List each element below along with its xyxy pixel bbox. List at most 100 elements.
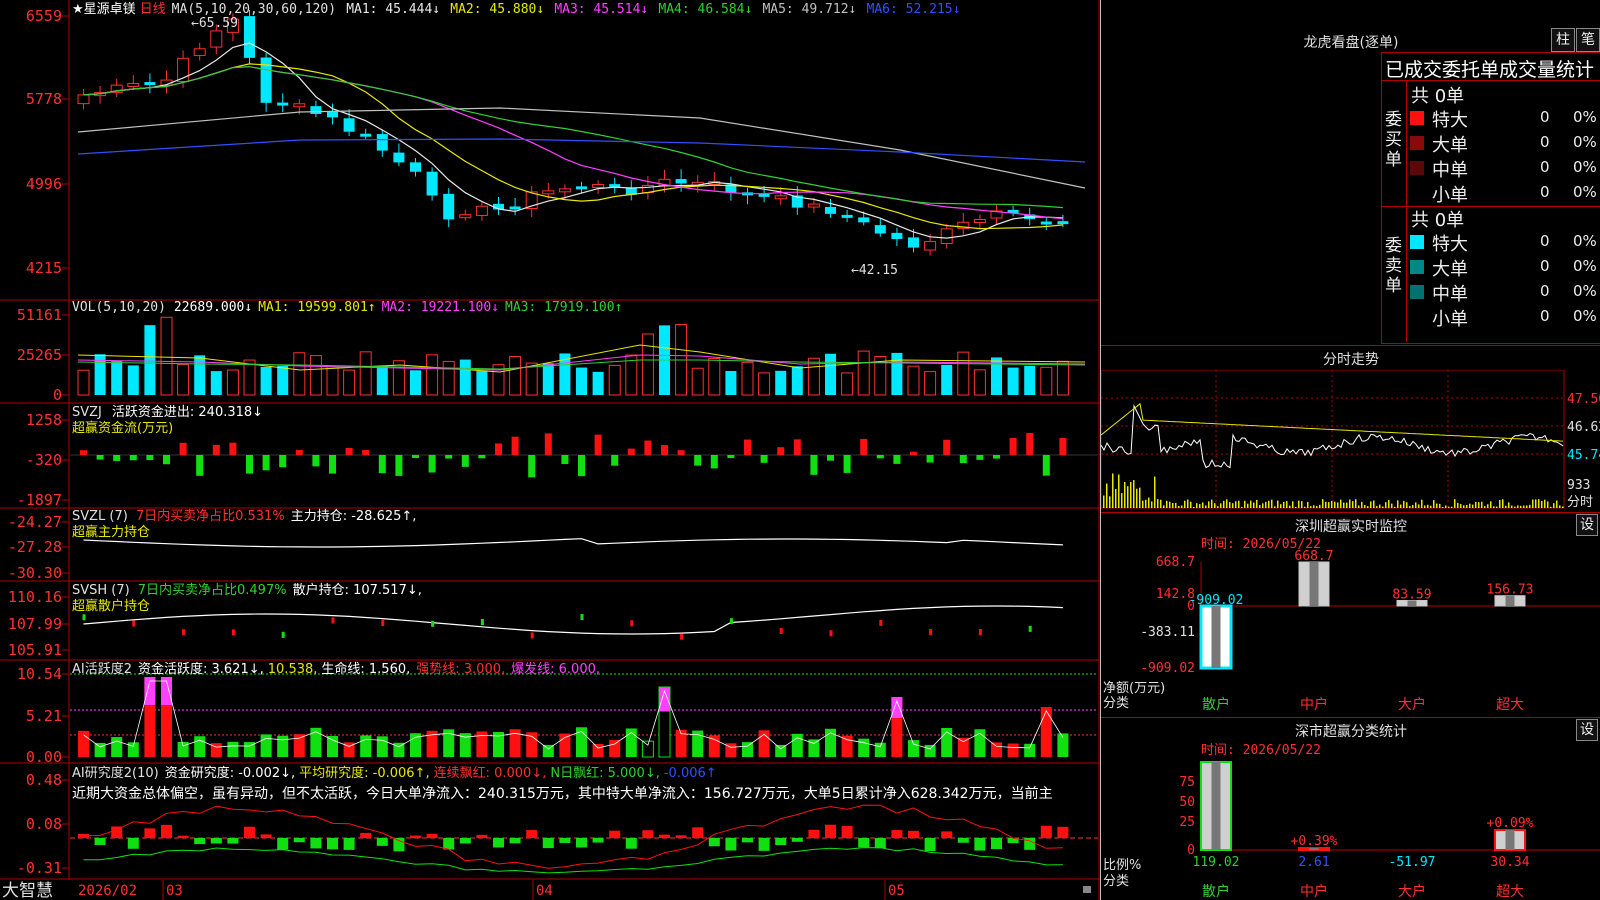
intraday-vol — [1550, 506, 1552, 508]
flow-bar — [196, 455, 204, 476]
monitor-settings-button[interactable]: 设 — [1576, 514, 1598, 536]
intraday-vol — [1505, 505, 1507, 508]
stats-category: 超大 — [1496, 884, 1524, 900]
research-bar — [708, 838, 720, 847]
intraday-vol — [1475, 501, 1477, 508]
activity-bar — [327, 735, 338, 757]
research-bar — [559, 838, 571, 843]
stats-settings-button[interactable]: 设 — [1576, 719, 1598, 741]
research-bar — [941, 831, 953, 838]
candle — [426, 167, 438, 201]
candle — [77, 88, 90, 110]
intraday-vol — [1196, 503, 1198, 508]
research-bars-layer — [70, 804, 1098, 874]
candle-body — [825, 206, 836, 214]
flow-bar — [810, 455, 818, 475]
candle — [376, 129, 388, 157]
volume-bar — [309, 355, 322, 396]
intraday-vol — [1511, 505, 1513, 508]
stats-bar-shade — [1505, 830, 1515, 850]
buy-color-swatch — [1410, 136, 1424, 150]
flow-bar — [876, 455, 884, 459]
price-tick: 4215 — [26, 259, 62, 277]
intraday-vol — [1184, 500, 1186, 508]
holding-tick — [630, 620, 634, 627]
main-chart-area[interactable]: 6559 5778 4996 4215 51161 25265 0 1258 -… — [0, 0, 1100, 900]
candle-body — [144, 82, 156, 86]
intraday-vol — [1169, 501, 1171, 508]
monitor-y-tick: -383.11 — [1140, 625, 1195, 640]
intraday-vol — [1193, 506, 1195, 508]
candle-body — [210, 30, 223, 48]
activity-bar — [293, 734, 305, 757]
bar-mode-button[interactable]: 柱 — [1551, 28, 1575, 52]
intraday-vol — [1166, 500, 1168, 508]
volume-bar — [226, 369, 239, 396]
candle — [127, 74, 140, 91]
intraday-vol — [1502, 499, 1504, 508]
candle — [525, 185, 538, 218]
flow-bar — [627, 448, 635, 455]
intraday-vol — [1436, 503, 1438, 508]
intraday-vol — [1295, 506, 1297, 508]
buy-row-count: 0 — [1540, 108, 1550, 126]
intraday-vol — [1307, 501, 1309, 508]
candle-body — [475, 205, 488, 216]
holding-tick — [331, 617, 335, 624]
research-bar — [742, 838, 753, 843]
intraday-vol — [1274, 506, 1276, 508]
research-bar — [426, 833, 438, 838]
candle-body — [509, 206, 521, 210]
research-bar — [609, 830, 621, 838]
buy-row-name: 小单 — [1432, 185, 1468, 206]
divider — [1101, 717, 1600, 718]
research-bar — [493, 838, 504, 848]
volume-bars-layer — [77, 316, 1086, 396]
sell-row-name: 中单 — [1432, 284, 1468, 305]
intraday-vol — [1472, 504, 1474, 508]
intraday-vol — [1322, 499, 1324, 508]
activity-bar — [559, 733, 571, 757]
intraday-vol — [1115, 488, 1117, 508]
flow-bar — [395, 455, 403, 476]
candle-body — [807, 203, 820, 208]
volume-bar — [144, 325, 156, 395]
flow-bar — [279, 455, 287, 468]
intraday-chart[interactable]: 47.50 46.62 45.74 933 分时 — [1101, 370, 1600, 510]
volume-bar — [160, 316, 173, 396]
intraday-vol — [1118, 474, 1120, 508]
research-bar — [310, 838, 322, 849]
intraday-vol — [1145, 499, 1147, 508]
research-bar — [924, 838, 936, 852]
intraday-vol — [1229, 502, 1231, 508]
flow-bar — [661, 445, 668, 455]
holding-tick — [580, 614, 584, 621]
intraday-vol — [1460, 504, 1462, 508]
flow-bar — [428, 455, 436, 473]
volume-bar — [77, 369, 90, 396]
candle — [94, 85, 107, 104]
flow-bar — [1026, 433, 1034, 455]
candle-body — [576, 186, 587, 190]
intraday-vol — [1388, 500, 1390, 508]
research-bar — [94, 838, 106, 845]
sz-monitor-chart[interactable]: 时间: 2026/05/22 668.7142.80-383.11-909.02… — [1101, 534, 1600, 714]
holding-tick — [182, 629, 186, 636]
tick-mode-button[interactable]: 笔 — [1576, 28, 1600, 52]
stats-time: 时间: 2026/05/22 — [1201, 743, 1321, 758]
activity-bar — [227, 741, 239, 757]
intraday-vol — [1415, 502, 1417, 508]
buy-row-pct: 0% — [1573, 133, 1597, 151]
flow-bar — [1009, 437, 1017, 455]
sell-row-name: 小单 — [1432, 309, 1468, 330]
sz-stats-chart[interactable]: 时间: 2026/05/22 7550250119.02散户+0.39%2.61… — [1101, 740, 1600, 900]
candle — [193, 42, 206, 61]
candle-body — [277, 102, 289, 106]
flow-bar — [378, 455, 386, 474]
stats-category: 中户 — [1300, 883, 1328, 900]
volume-bar — [741, 361, 754, 396]
intraday-vol — [1175, 502, 1177, 508]
candle-body — [293, 103, 306, 108]
candlestick-layer — [77, 9, 1086, 256]
intraday-vol — [1382, 506, 1384, 508]
